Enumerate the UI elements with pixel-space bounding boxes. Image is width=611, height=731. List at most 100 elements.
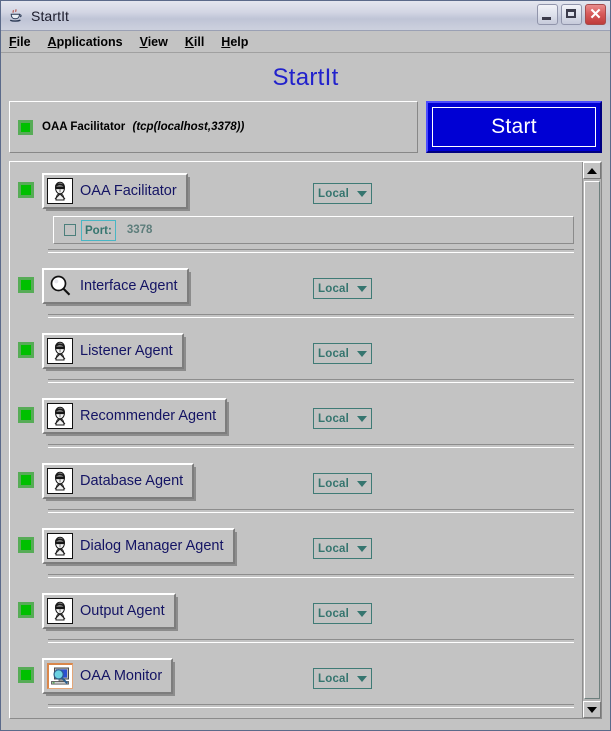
row-separator bbox=[48, 639, 574, 643]
agent-face-icon bbox=[47, 468, 73, 494]
window-controls: ✕ bbox=[537, 4, 606, 25]
menu-view[interactable]: View bbox=[140, 35, 168, 49]
agent-label: Database Agent bbox=[80, 473, 184, 489]
table-row: Listener Agent Local bbox=[10, 324, 582, 389]
vertical-scrollbar[interactable] bbox=[582, 162, 601, 718]
agent-led-icon bbox=[18, 182, 34, 198]
chevron-down-icon bbox=[357, 285, 367, 292]
agent-location-select[interactable]: Local bbox=[313, 183, 372, 204]
agent-label: Output Agent bbox=[80, 603, 165, 619]
port-label: Port: bbox=[85, 224, 112, 237]
port-panel: Port: 3378 bbox=[53, 216, 574, 244]
agent-location-select[interactable]: Local bbox=[313, 278, 372, 299]
table-row: Dialog Manager Agent Local bbox=[10, 519, 582, 584]
status-row: OAA Facilitator (tcp(localhost,3378)) St… bbox=[1, 101, 610, 153]
table-row: Output Agent Local bbox=[10, 584, 582, 649]
agent-face-icon bbox=[47, 178, 73, 204]
agent-label: Dialog Manager Agent bbox=[80, 538, 224, 554]
agent-led-icon bbox=[18, 407, 34, 423]
agent-led-icon bbox=[18, 602, 34, 618]
start-button-label: Start bbox=[491, 115, 537, 138]
port-value[interactable]: 3378 bbox=[127, 224, 153, 236]
row-separator bbox=[48, 704, 574, 708]
status-agent-address: (tcp(localhost,3378)) bbox=[132, 121, 245, 133]
menu-view-mnemonic: V bbox=[139, 34, 148, 49]
agent-location-select[interactable]: Local bbox=[313, 408, 372, 429]
window-title: StartIt bbox=[31, 7, 70, 24]
scrollbar-track[interactable] bbox=[583, 179, 601, 701]
agent-list-panel: OAA Facilitator Local Port: 3378 Interfa… bbox=[9, 161, 602, 719]
agent-label: OAA Facilitator bbox=[80, 183, 177, 199]
scroll-up-button[interactable] bbox=[583, 162, 601, 179]
minimize-icon bbox=[542, 17, 551, 20]
menu-help[interactable]: Help bbox=[221, 35, 248, 49]
agent-location-value: Local bbox=[318, 542, 350, 555]
agent-led-icon bbox=[18, 277, 34, 293]
table-row: OAA Monitor Local bbox=[10, 649, 582, 714]
agent-location-select[interactable]: Local bbox=[313, 343, 372, 364]
agent-face-icon bbox=[47, 533, 73, 559]
agent-button-oaa-facilitator[interactable]: OAA Facilitator bbox=[42, 173, 190, 211]
agent-location-select[interactable]: Local bbox=[313, 668, 372, 689]
agent-label: OAA Monitor bbox=[80, 668, 163, 684]
row-separator bbox=[48, 249, 574, 253]
port-checkbox[interactable] bbox=[64, 224, 76, 236]
table-row: OAA Facilitator Local Port: 3378 bbox=[10, 164, 582, 259]
agent-button-listener-agent[interactable]: Listener Agent bbox=[42, 333, 186, 371]
table-row: Database Agent Local bbox=[10, 454, 582, 519]
close-button[interactable]: ✕ bbox=[585, 4, 606, 25]
menu-applications[interactable]: Applications bbox=[48, 35, 123, 49]
menu-kill[interactable]: Kill bbox=[185, 35, 204, 49]
magnifier-icon bbox=[47, 273, 73, 299]
chevron-down-icon bbox=[357, 610, 367, 617]
monitor-magnifier-icon bbox=[47, 663, 73, 689]
java-coffee-cup-icon bbox=[8, 7, 25, 24]
scrollbar-thumb[interactable] bbox=[584, 181, 600, 699]
agent-location-value: Local bbox=[318, 187, 350, 200]
agent-button-oaa-monitor[interactable]: OAA Monitor bbox=[42, 658, 176, 696]
start-button[interactable]: Start bbox=[426, 101, 602, 153]
agent-button-recommender-agent[interactable]: Recommender Agent bbox=[42, 398, 230, 436]
minimize-button[interactable] bbox=[537, 4, 558, 25]
chevron-down-icon bbox=[357, 480, 367, 487]
page-title: StartIt bbox=[272, 64, 339, 91]
agent-location-select[interactable]: Local bbox=[313, 473, 372, 494]
agent-button-dialog-manager-agent[interactable]: Dialog Manager Agent bbox=[42, 528, 237, 566]
agent-location-value: Local bbox=[318, 607, 350, 620]
agent-led-icon bbox=[18, 472, 34, 488]
row-separator bbox=[48, 574, 574, 578]
agent-location-value: Local bbox=[318, 477, 350, 490]
menu-bar: File Applications View Kill Help bbox=[1, 31, 610, 53]
row-separator bbox=[48, 509, 574, 513]
maximize-icon bbox=[566, 9, 576, 18]
agent-button-database-agent[interactable]: Database Agent bbox=[42, 463, 197, 501]
scroll-up-arrow-icon bbox=[587, 167, 597, 174]
row-separator bbox=[48, 379, 574, 383]
agent-location-value: Local bbox=[318, 347, 350, 360]
startit-window: StartIt ✕ File Applications View Kill He… bbox=[0, 0, 611, 731]
menu-file[interactable]: File bbox=[9, 35, 31, 49]
agent-label: Listener Agent bbox=[80, 343, 173, 359]
table-row: Recommender Agent Local bbox=[10, 389, 582, 454]
maximize-button[interactable] bbox=[561, 4, 582, 25]
menu-applications-mnemonic: A bbox=[47, 34, 57, 49]
table-row: Interface Agent Local bbox=[10, 259, 582, 324]
agent-location-value: Local bbox=[318, 672, 350, 685]
menu-file-mnemonic: F bbox=[9, 34, 17, 49]
menu-file-label: ile bbox=[16, 34, 31, 49]
menu-view-label: iew bbox=[147, 34, 168, 49]
scroll-down-button[interactable] bbox=[583, 701, 601, 718]
agent-label: Interface Agent bbox=[80, 278, 178, 294]
menu-applications-label: pplications bbox=[56, 34, 123, 49]
agent-button-output-agent[interactable]: Output Agent bbox=[42, 593, 178, 631]
row-separator bbox=[48, 444, 574, 448]
agent-location-select[interactable]: Local bbox=[313, 603, 372, 624]
menu-kill-label: ill bbox=[193, 34, 205, 49]
agent-button-interface-agent[interactable]: Interface Agent bbox=[42, 268, 191, 306]
chevron-down-icon bbox=[357, 545, 367, 552]
agent-face-icon bbox=[47, 403, 73, 429]
title-bar: StartIt ✕ bbox=[1, 1, 610, 31]
menu-kill-mnemonic: K bbox=[184, 34, 194, 49]
status-text: OAA Facilitator (tcp(localhost,3378)) bbox=[42, 121, 244, 133]
agent-location-select[interactable]: Local bbox=[313, 538, 372, 559]
